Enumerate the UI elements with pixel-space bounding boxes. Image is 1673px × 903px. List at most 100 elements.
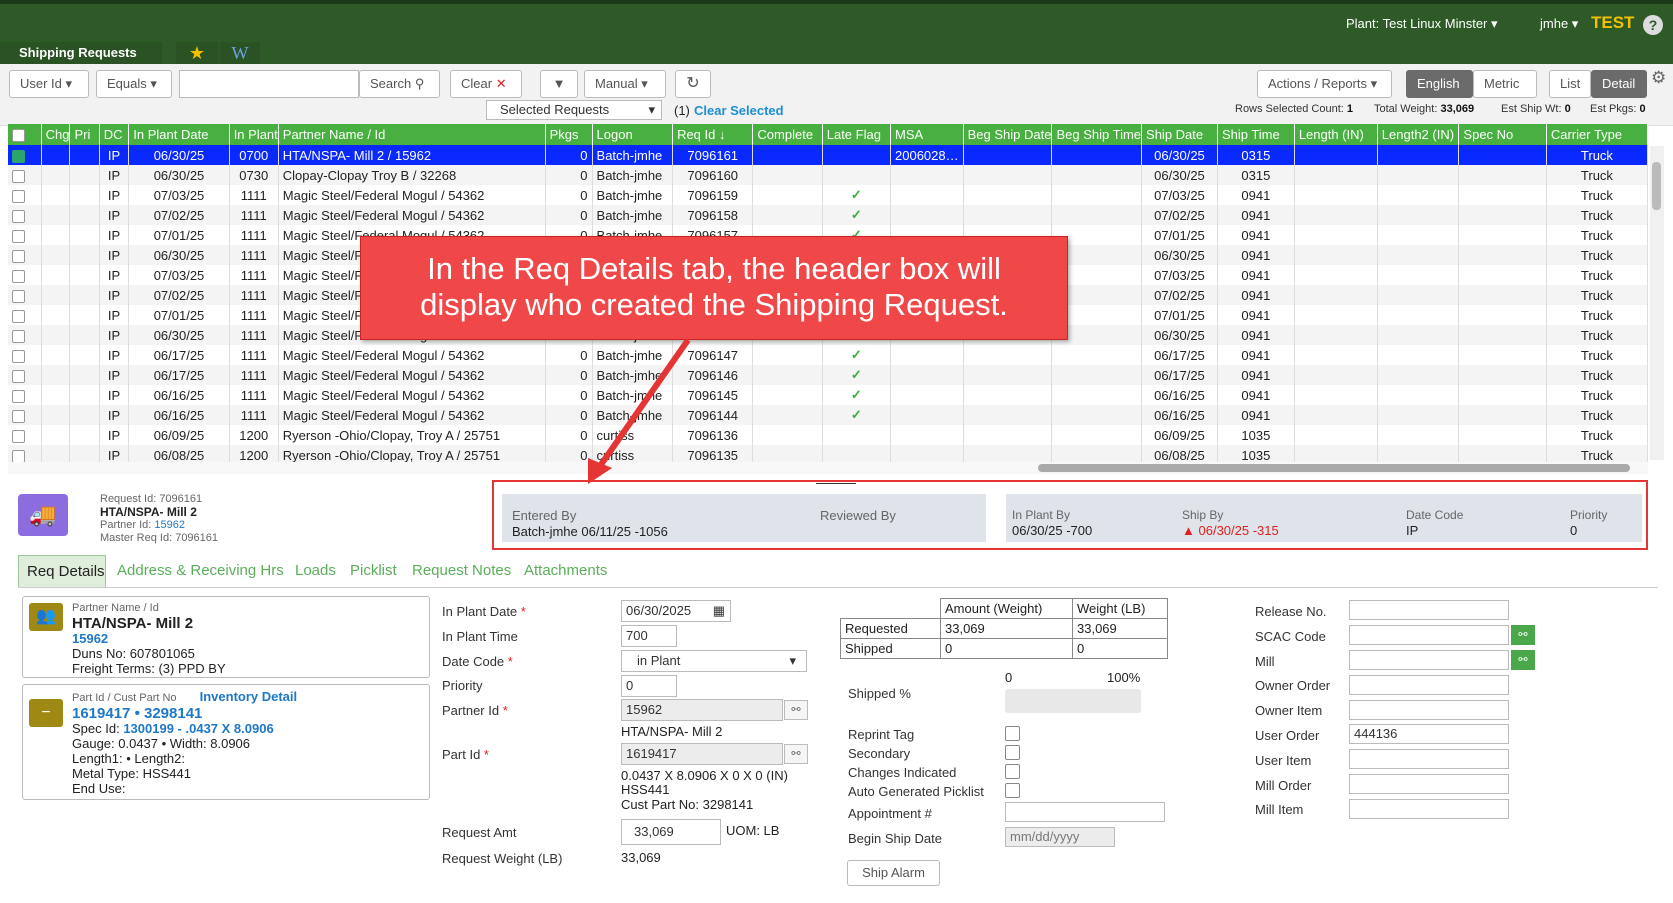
english-units-button[interactable]: English (1406, 70, 1473, 98)
actions-reports-dropdown[interactable]: Actions / Reports ▾ (1257, 70, 1392, 98)
row-checkbox[interactable] (8, 305, 42, 325)
detail-view-button[interactable]: Detail (1591, 70, 1647, 98)
grid-vertical-scrollbar[interactable] (1650, 146, 1664, 460)
list-view-button[interactable]: List (1549, 70, 1591, 98)
table-row[interactable]: IP 06/30/25 0700 HTA/NSPA- Mill 2 / 15962 0 B… (8, 145, 1648, 165)
row-checkbox[interactable] (8, 245, 42, 265)
row-checkbox[interactable] (8, 225, 42, 245)
column-header[interactable]: Partner Name / Id (278, 124, 546, 145)
row-checkbox[interactable] (8, 345, 42, 365)
column-header[interactable]: In Plant Date (128, 124, 230, 145)
selected-requests-dropdown[interactable]: Selected Requests ▾ (486, 100, 662, 120)
row-checkbox[interactable] (8, 145, 42, 165)
table-row[interactable]: IP 06/16/25 1111 Magic Steel/Federal Mogul … (8, 385, 1648, 405)
row-checkbox[interactable] (8, 365, 42, 385)
tab-request-notes[interactable]: Request Notes (412, 555, 511, 587)
owner-item-input[interactable] (1349, 700, 1509, 720)
gear-icon[interactable]: ⚙ (1651, 68, 1666, 88)
changes-indicated-checkbox[interactable] (1005, 764, 1020, 779)
request-amt-input[interactable]: 33,069 (621, 819, 721, 845)
inventory-detail-link[interactable]: Inventory Detail (200, 689, 298, 704)
column-header[interactable]: Beg Ship Date (963, 124, 1053, 145)
calendar-icon[interactable]: ▦ (713, 601, 725, 621)
secondary-checkbox[interactable] (1005, 745, 1020, 760)
row-checkbox[interactable] (8, 385, 42, 405)
column-header[interactable]: Spec No (1458, 124, 1547, 145)
date-code-select[interactable]: in Plant ▾ (621, 650, 807, 672)
user-menu[interactable]: jmhe ▾ (1540, 16, 1578, 32)
column-header[interactable]: Chg (41, 124, 71, 145)
column-header[interactable]: Length (IN) (1294, 124, 1378, 145)
in-plant-time-input[interactable]: 700 (621, 625, 677, 647)
plant-selector[interactable]: Plant: Test Linux Minster ▾ (1346, 16, 1498, 32)
ship-alarm-button[interactable]: Ship Alarm (847, 860, 940, 886)
refresh-icon[interactable]: ↻ (675, 70, 711, 98)
column-header[interactable]: Logon (592, 124, 674, 145)
column-header[interactable]: Pkgs (545, 124, 593, 145)
column-header[interactable]: Late Flag (822, 124, 892, 145)
column-header[interactable]: Ship Time (1217, 124, 1295, 145)
owner-order-input[interactable] (1349, 675, 1509, 695)
clear-selected-link[interactable]: Clear Selected (694, 103, 784, 118)
collapse-icon[interactable]: − (29, 699, 63, 727)
priority-input[interactable]: 0 (621, 675, 677, 697)
table-row[interactable]: IP07/03/251111Magic Steel/Federal Mogul … (8, 185, 1648, 205)
help-icon[interactable]: ? (1643, 15, 1663, 35)
part-lookup-binoculars-icon[interactable]: ⚯ (784, 744, 808, 764)
partner-id-input[interactable]: 15962 (621, 699, 783, 721)
tab-picklist[interactable]: Picklist (350, 555, 397, 587)
column-header[interactable]: Carrier Type (1546, 124, 1648, 145)
column-header[interactable]: Complete (752, 124, 823, 145)
mill-item-input[interactable] (1349, 799, 1509, 819)
partner-lookup-binoculars-icon[interactable]: ⚯ (784, 700, 808, 720)
mill-order-input[interactable] (1349, 774, 1509, 794)
grid-horizontal-scrollbar[interactable] (8, 462, 1648, 474)
row-checkbox[interactable] (8, 285, 42, 305)
column-header[interactable]: DC (99, 124, 130, 145)
part-number-link[interactable]: 1619417 • 3298141 (72, 706, 297, 721)
auto-picklist-checkbox[interactable] (1005, 783, 1020, 798)
scac-code-input[interactable] (1349, 625, 1509, 645)
in-plant-date-input[interactable]: 06/30/2025 ▦ (621, 600, 731, 622)
select-all-checkbox[interactable] (8, 124, 42, 145)
tab-loads[interactable]: Loads (295, 555, 336, 587)
column-header[interactable]: Req Id ↓ (672, 124, 754, 145)
row-checkbox[interactable] (8, 205, 42, 225)
user-item-input[interactable] (1349, 749, 1509, 769)
filter-operator-dropdown[interactable]: Equals ▾ (96, 70, 172, 98)
appointment-input[interactable] (1005, 802, 1165, 822)
mill-lookup-binoculars-icon[interactable]: ⚯ (1511, 650, 1535, 670)
tab-req-details[interactable]: Req Details (18, 555, 106, 587)
filter-icon[interactable]: ▼ (540, 70, 578, 98)
mill-input[interactable] (1349, 650, 1509, 670)
table-row[interactable]: IP 06/17/25 1111 Magic Steel/Federal Mogul … (8, 345, 1648, 365)
tab-attachments[interactable]: Attachments (524, 555, 607, 587)
row-checkbox[interactable] (8, 325, 42, 345)
table-row[interactable]: IP 06/30/25 0730 Clopay-Clopay Troy B / 322… (8, 165, 1648, 185)
metric-units-button[interactable]: Metric (1473, 70, 1537, 98)
clear-button[interactable]: Clear ✕ (450, 70, 522, 98)
wiki-icon[interactable]: W (220, 42, 260, 64)
search-button[interactable]: Search ⚲ (359, 70, 440, 98)
favorite-star-icon[interactable]: ★ (176, 42, 218, 64)
column-header[interactable]: Ship Date (1141, 124, 1218, 145)
partner-card-id-link[interactable]: 15962 (72, 631, 226, 646)
tab-address-receiving-hrs[interactable]: Address & Receiving Hrs (117, 555, 284, 587)
row-checkbox[interactable] (8, 405, 42, 425)
release-no-input[interactable] (1349, 600, 1509, 620)
row-checkbox[interactable] (8, 425, 42, 445)
column-header[interactable]: Beg Ship Time (1051, 124, 1143, 145)
column-header[interactable]: Length2 (IN) (1377, 124, 1460, 145)
row-checkbox[interactable] (8, 265, 42, 285)
table-row[interactable]: IP 06/09/25 1200 Ryerson -Ohio/Clopay, Troy… (8, 425, 1648, 445)
column-header[interactable]: MSA (890, 124, 964, 145)
partner-id-link[interactable]: 15962 (154, 519, 185, 531)
table-row[interactable]: IP07/02/251111Magic Steel/Federal Mogul … (8, 205, 1648, 225)
filter-value-input[interactable] (179, 70, 359, 98)
table-row[interactable]: IP 06/16/25 1111 Magic Steel/Federal Mogul … (8, 405, 1648, 425)
mode-dropdown[interactable]: Manual ▾ (584, 70, 666, 98)
row-checkbox[interactable] (8, 165, 42, 185)
reprint-tag-checkbox[interactable] (1005, 726, 1020, 741)
spec-id-link[interactable]: 1300199 - .0437 X 8.0906 (123, 721, 273, 736)
scac-lookup-binoculars-icon[interactable]: ⚯ (1511, 625, 1535, 645)
